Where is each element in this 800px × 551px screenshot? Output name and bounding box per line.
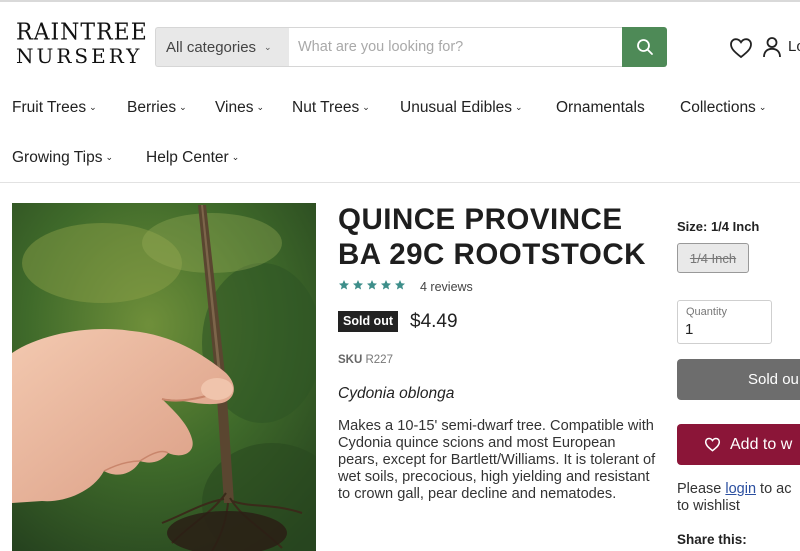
add-to-wishlist-button[interactable]: Add to w bbox=[677, 424, 800, 465]
size-label: Size: 1/4 Inch bbox=[677, 219, 760, 234]
login-link[interactable]: Lo bbox=[788, 38, 800, 55]
chevron-down-icon: ⌄ bbox=[264, 41, 272, 52]
sold-out-badge: Sold out bbox=[338, 311, 398, 332]
site-logo[interactable]: RAINTREE NURSERY bbox=[16, 19, 148, 68]
user-icon[interactable] bbox=[762, 36, 782, 62]
chevron-down-icon: ⌄ bbox=[89, 102, 97, 112]
reviews-link[interactable]: 4 reviews bbox=[420, 280, 473, 294]
product-title: QUINCE PROVINCE BA 29C ROOTSTOCK bbox=[338, 202, 658, 272]
chevron-down-icon: ⌄ bbox=[515, 102, 523, 112]
product-title-line-2: BA 29C ROOTSTOCK bbox=[338, 238, 646, 271]
login-note-suffix: to ac bbox=[756, 481, 792, 497]
login-link-inline[interactable]: login bbox=[725, 481, 756, 497]
nav-item-nut-trees[interactable]: Nut Trees ⌄ bbox=[292, 99, 370, 117]
sold-out-button[interactable]: Sold ou bbox=[677, 359, 800, 400]
login-note-line-2: to wishlist bbox=[677, 498, 740, 514]
star-icon bbox=[339, 280, 349, 290]
product-title-line-1: QUINCE PROVINCE bbox=[338, 203, 623, 236]
login-note-prefix: Please bbox=[677, 481, 726, 497]
nav-divider bbox=[0, 182, 800, 183]
quantity-label: Quantity bbox=[686, 306, 727, 318]
product-price: $4.49 bbox=[410, 311, 458, 332]
star-icon bbox=[395, 280, 405, 290]
chevron-down-icon: ⌄ bbox=[758, 102, 767, 112]
nav-item-label: Collections bbox=[680, 99, 756, 116]
product-image[interactable] bbox=[12, 203, 316, 551]
nav-item-berries[interactable]: Berries ⌄ bbox=[127, 99, 187, 117]
sku-value: R227 bbox=[365, 354, 393, 366]
nav-item-label: Berries bbox=[127, 99, 177, 116]
nav-item-label: Vines bbox=[215, 99, 254, 116]
botanical-name: Cydonia oblonga bbox=[338, 385, 455, 402]
chevron-down-icon: ⌄ bbox=[105, 152, 113, 162]
nav-item-label: Ornamentals bbox=[556, 99, 645, 116]
search-button[interactable] bbox=[622, 27, 667, 67]
star-icon bbox=[367, 280, 377, 290]
chevron-down-icon: ⌄ bbox=[362, 102, 370, 112]
wishlist-button-label: Add to w bbox=[730, 435, 793, 453]
logo-line-1: RAINTREE bbox=[16, 19, 148, 46]
size-option-button[interactable]: 1/4 Inch bbox=[677, 243, 749, 273]
product-description: Makes a 10-15' semi-dwarf tree. Compatib… bbox=[338, 418, 656, 502]
nav-item-ornamentals[interactable]: Ornamentals bbox=[556, 99, 645, 117]
quantity-field[interactable]: Quantity bbox=[677, 300, 772, 344]
nav-item-label: Growing Tips bbox=[12, 149, 103, 166]
share-label: Share this: bbox=[677, 532, 747, 547]
star-icon bbox=[353, 280, 363, 290]
category-select-value: All categories bbox=[166, 38, 257, 56]
heart-icon bbox=[704, 437, 721, 452]
nav-item-unusual-edibles[interactable]: Unusual Edibles ⌄ bbox=[400, 99, 523, 117]
star-rating[interactable] bbox=[338, 279, 406, 291]
chevron-down-icon: ⌄ bbox=[231, 152, 240, 162]
wishlist-login-note: Please login to ac to wishlist bbox=[677, 481, 800, 515]
search-icon bbox=[636, 38, 654, 56]
search-bar: All categories ⌄ bbox=[155, 27, 667, 67]
quantity-input[interactable] bbox=[685, 321, 765, 338]
top-divider bbox=[0, 0, 800, 2]
category-select[interactable]: All categories ⌄ bbox=[155, 27, 289, 67]
product-sku: SKU R227 bbox=[338, 354, 393, 366]
nav-item-fruit-trees[interactable]: Fruit Trees ⌄ bbox=[12, 99, 97, 117]
nav-item-label: Unusual Edibles bbox=[400, 99, 513, 116]
search-input[interactable] bbox=[289, 27, 622, 67]
nav-item-vines[interactable]: Vines ⌄ bbox=[215, 99, 264, 117]
sku-label: SKU bbox=[338, 354, 363, 366]
wishlist-heart-icon[interactable] bbox=[729, 37, 753, 63]
nav-item-growing-tips[interactable]: Growing Tips ⌄ bbox=[12, 149, 113, 167]
nav-item-label: Fruit Trees bbox=[12, 99, 87, 116]
nav-item-help-center[interactable]: Help Center ⌄ bbox=[146, 149, 239, 167]
star-icon bbox=[381, 280, 391, 290]
nav-item-label: Nut Trees bbox=[292, 99, 360, 116]
chevron-down-icon: ⌄ bbox=[256, 102, 265, 112]
logo-line-2: NURSERY bbox=[16, 44, 143, 68]
nav-item-label: Help Center bbox=[146, 149, 229, 166]
chevron-down-icon: ⌄ bbox=[179, 102, 187, 112]
nav-item-collections[interactable]: Collections ⌄ bbox=[680, 99, 766, 117]
